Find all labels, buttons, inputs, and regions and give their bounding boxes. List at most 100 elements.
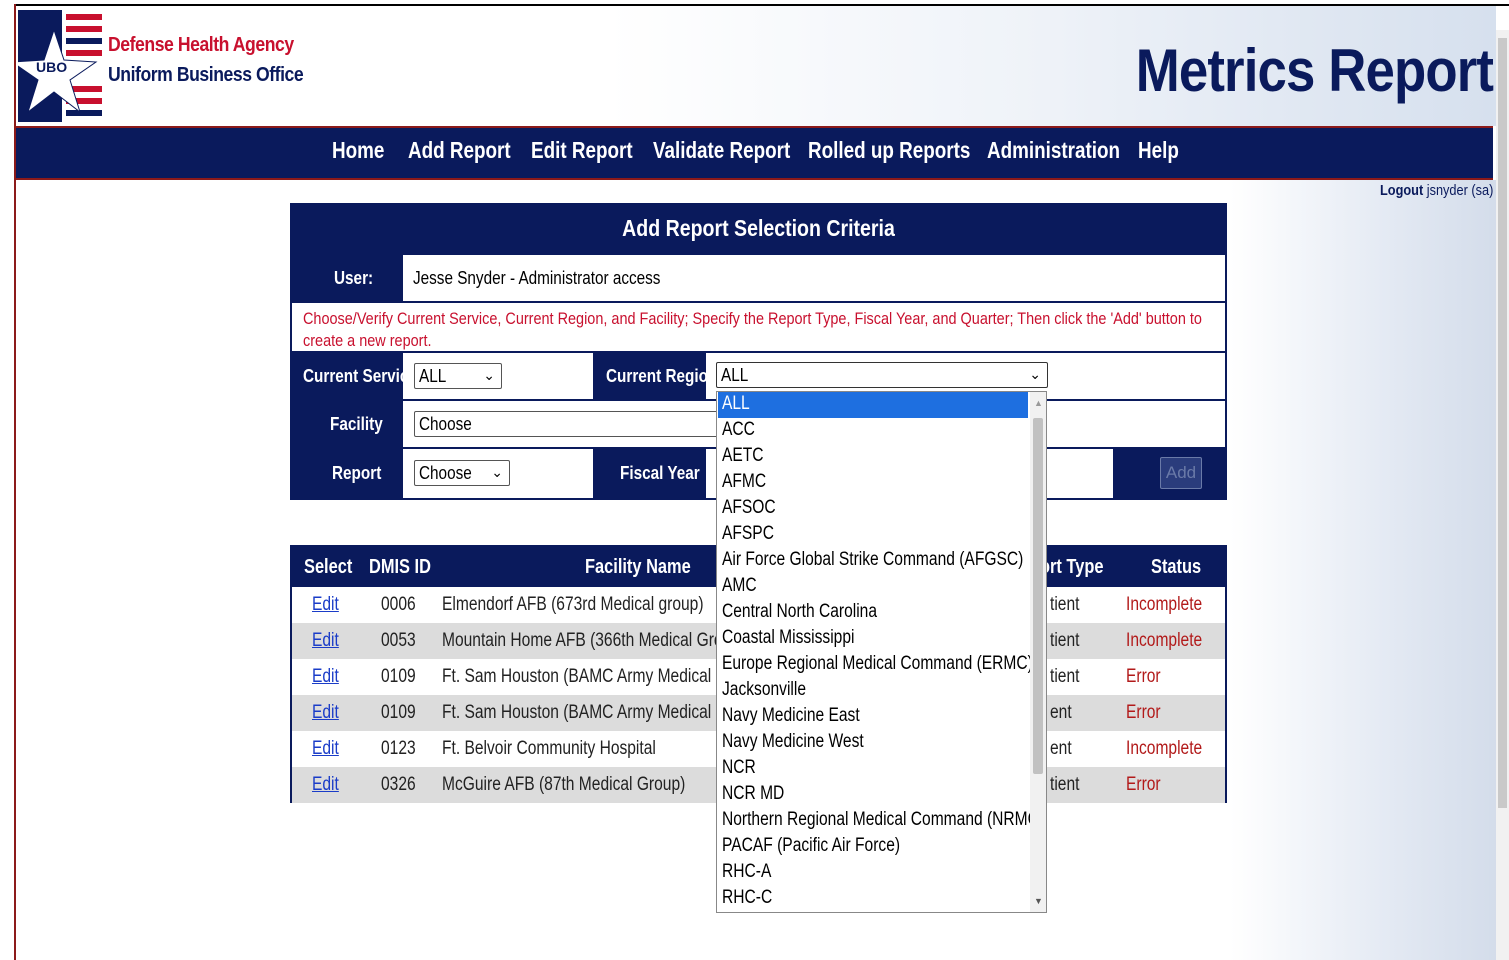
region-option[interactable]: ALL <box>718 392 1028 418</box>
region-option[interactable]: AFMC <box>718 470 1028 496</box>
logo-text: UBO <box>36 59 67 75</box>
page-scroll-thumb[interactable] <box>1498 38 1507 808</box>
page: UBO Defense Health Agency Uniform Busine… <box>0 0 1509 960</box>
service-label: Current Service <box>303 366 417 386</box>
region-option[interactable]: Coastal Mississippi <box>718 626 1028 652</box>
chevron-down-icon: ⌄ <box>1029 366 1041 382</box>
status-text: Incomplete <box>1126 594 1203 615</box>
user-id: jsnyder (sa) <box>1426 182 1493 199</box>
status-text: Incomplete <box>1126 630 1203 651</box>
nav-administration[interactable]: Administration <box>987 137 1120 164</box>
logout-area: Logout jsnyder (sa) <box>1380 182 1493 199</box>
region-option[interactable]: Air Force Global Strike Command (AFGSC) <box>718 548 1028 574</box>
edit-link[interactable]: Edit <box>312 666 339 688</box>
report-select[interactable]: Choose ⌄ <box>414 460 510 486</box>
side-gradient <box>1230 180 1500 960</box>
facility-name: McGuire AFB (87th Medical Group) <box>442 774 686 795</box>
region-label: Current Region <box>606 366 718 386</box>
facility-name: Ft. Sam Houston (BAMC Army Medical Ce <box>442 666 736 687</box>
scroll-down-icon[interactable]: ▼ <box>1034 896 1043 906</box>
report-type: tient <box>1050 594 1080 615</box>
region-select[interactable]: ALL ⌄ <box>716 362 1048 388</box>
col-status: Status <box>1151 556 1202 578</box>
facility-select[interactable]: Choose <box>414 411 724 437</box>
region-option[interactable]: NCR MD <box>718 782 1028 808</box>
col-facility-name: Facility Name <box>585 556 691 578</box>
col-dmis-id: DMIS ID <box>369 556 431 578</box>
dmis-id: 0053 <box>381 630 416 651</box>
user-value: Jesse Snyder - Administrator access <box>413 268 661 288</box>
ubo-logo: UBO <box>10 10 104 122</box>
instructions-text: Choose/Verify Current Service, Current R… <box>303 309 1202 350</box>
dmis-id: 0326 <box>381 774 416 795</box>
facility-name: Ft. Belvoir Community Hospital <box>442 738 656 759</box>
edit-link[interactable]: Edit <box>312 594 339 616</box>
dmis-id: 0006 <box>381 594 416 615</box>
region-option[interactable]: Navy Medicine East <box>718 704 1028 730</box>
report-type: ent <box>1050 702 1072 723</box>
report-select-value: Choose <box>419 463 472 483</box>
status-text: Incomplete <box>1126 738 1203 759</box>
add-button-label: Add <box>1165 463 1197 482</box>
top-border <box>14 4 1509 6</box>
region-option[interactable]: AFSPC <box>718 522 1028 548</box>
dropdown-scrollbar[interactable]: ▲ ▼ <box>1030 392 1046 912</box>
region-option[interactable]: AFSOC <box>718 496 1028 522</box>
region-dropdown-list: ALL ACC AETC AFMC AFSOC AFSPC Air Force … <box>716 391 1047 913</box>
region-option[interactable]: Jacksonville <box>718 678 1028 704</box>
dmis-id: 0109 <box>381 666 416 687</box>
dmis-id: 0109 <box>381 702 416 723</box>
facility-label: Facility <box>330 414 383 434</box>
add-button[interactable]: Add <box>1160 457 1202 489</box>
edit-link[interactable]: Edit <box>312 774 339 796</box>
region-select-value: ALL <box>721 365 749 385</box>
region-option[interactable]: NCR <box>718 756 1028 782</box>
page-title: Metrics Report <box>1135 37 1494 104</box>
dmis-id: 0123 <box>381 738 416 759</box>
nav-add-report[interactable]: Add Report <box>408 137 511 164</box>
status-text: Error <box>1126 774 1161 795</box>
nav-help[interactable]: Help <box>1138 137 1179 164</box>
agency-name: Defense Health Agency <box>108 34 294 56</box>
dropdown-scroll-thumb[interactable] <box>1033 418 1043 774</box>
edit-link[interactable]: Edit <box>312 630 339 652</box>
status-text: Error <box>1126 702 1161 723</box>
chevron-down-icon: ⌄ <box>483 367 495 383</box>
region-option[interactable]: AETC <box>718 444 1028 470</box>
region-option[interactable]: ACC <box>718 418 1028 444</box>
region-option[interactable]: Europe Regional Medical Command (ERMC) <box>718 652 1033 678</box>
edit-link[interactable]: Edit <box>312 738 339 760</box>
nav-bar: Home Add Report Edit Report Validate Rep… <box>16 126 1493 180</box>
facility-select-value: Choose <box>419 414 472 434</box>
fiscal-year-label: Fiscal Year <box>620 463 700 483</box>
office-name: Uniform Business Office <box>108 64 304 86</box>
region-option[interactable]: Navy Medicine West <box>718 730 1028 756</box>
col-select: Select <box>304 556 353 578</box>
nav-rolled-up-reports[interactable]: Rolled up Reports <box>808 137 970 164</box>
nav-home[interactable]: Home <box>332 137 384 164</box>
region-option[interactable]: PACAF (Pacific Air Force) <box>718 834 1028 860</box>
service-select-value: ALL <box>419 366 447 386</box>
region-option[interactable]: Central North Carolina <box>718 600 1028 626</box>
user-label: User: <box>334 268 374 288</box>
region-option[interactable]: Northern Regional Medical Command (NRMC) <box>718 808 1044 834</box>
report-type: tient <box>1050 774 1080 795</box>
scroll-up-icon[interactable]: ▲ <box>1034 398 1043 408</box>
page-scrollbar[interactable] <box>1496 30 1509 960</box>
region-option[interactable]: AMC <box>718 574 1028 600</box>
nav-validate-report[interactable]: Validate Report <box>653 137 790 164</box>
region-option[interactable]: RHC-C <box>718 886 1028 912</box>
user-cell: Jesse Snyder - Administrator access <box>403 255 1225 301</box>
edit-link[interactable]: Edit <box>312 702 339 724</box>
chevron-down-icon: ⌄ <box>491 464 503 480</box>
report-label: Report <box>332 463 382 483</box>
logout-link[interactable]: Logout <box>1380 182 1423 199</box>
facility-name: Elmendorf AFB (673rd Medical group) <box>442 594 704 615</box>
report-type: tient <box>1050 666 1080 687</box>
region-option[interactable]: RHC-A <box>718 860 1028 886</box>
nav-edit-report[interactable]: Edit Report <box>531 137 633 164</box>
service-select[interactable]: ALL ⌄ <box>414 363 502 389</box>
status-text: Error <box>1126 666 1161 687</box>
report-type: ent <box>1050 738 1072 759</box>
col-report-type: ort Type <box>1040 556 1104 578</box>
